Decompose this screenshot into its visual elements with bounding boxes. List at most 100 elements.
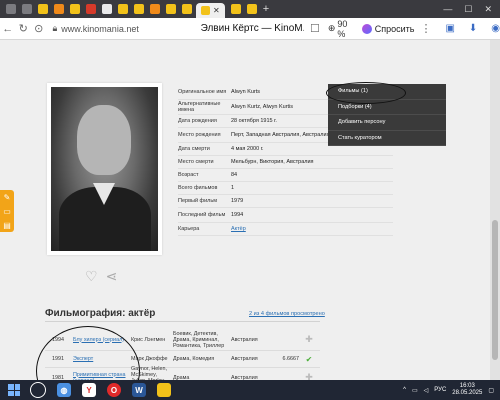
info-value: 1	[231, 184, 235, 191]
alice-icon	[361, 23, 372, 34]
annotation-circle	[326, 82, 406, 104]
close-window-icon[interactable]: ✕	[484, 4, 492, 15]
taskview-icon[interactable]: ◍	[57, 383, 71, 397]
yandex-browser-icon[interactable]: Y	[82, 383, 96, 397]
zoom-indicator[interactable]: ⊕ 90 %	[328, 19, 354, 39]
tab-favicon[interactable]	[118, 4, 128, 14]
tab-strip: ✕ + — ☐ ✕	[0, 0, 500, 18]
more-icon[interactable]: ⋮	[420, 22, 431, 35]
info-row: Первый фильм 1979	[178, 195, 393, 208]
ask-button[interactable]: Спросить	[361, 23, 415, 34]
minimize-icon[interactable]: —	[443, 4, 452, 15]
tabs-dropdown-icon[interactable]	[22, 4, 32, 14]
tab-favicon[interactable]	[150, 4, 160, 14]
kinomania-favicon	[201, 6, 210, 15]
info-value: 4 мая 2000 г.	[231, 145, 264, 152]
new-tab-icon[interactable]: +	[263, 3, 269, 15]
divider	[45, 321, 320, 322]
side-tools: ✎ ▭ ▤	[0, 190, 14, 232]
zoom-icon: ⊕	[327, 23, 336, 33]
info-label: Последний фильм	[178, 211, 226, 218]
person-photo[interactable]	[51, 87, 158, 251]
url-field[interactable]: 🔒︎ www.kinomania.net	[53, 21, 201, 37]
info-label: Дата смерти	[178, 145, 210, 152]
tab-favicon[interactable]	[54, 4, 64, 14]
tab-favicon[interactable]	[230, 4, 241, 14]
info-row: Возраст 84	[178, 169, 393, 182]
notifications-icon[interactable]: ▢	[488, 387, 494, 394]
extension-icon[interactable]: ▣	[445, 23, 454, 34]
tab-favicon[interactable]	[86, 4, 96, 14]
volume-icon[interactable]: ◁	[424, 387, 429, 394]
extensions: ▣ ⬇ ◉	[445, 23, 500, 34]
film-director: Крис Лэнгмен	[131, 336, 166, 343]
add-plus-icon[interactable]: ✚	[299, 372, 319, 380]
add-plus-icon[interactable]: ✚	[299, 334, 319, 345]
scrollbar[interactable]	[490, 40, 500, 380]
info-label: Оригинальное имя	[178, 88, 227, 95]
info-label: Первый фильм	[178, 197, 217, 204]
lock-icon: 🔒︎	[52, 23, 58, 33]
info-row: Всего фильмов 1	[178, 182, 393, 195]
film-genre: Боевик, Детектив, Драма, Криминал, Роман…	[173, 330, 225, 349]
watched-films-link[interactable]: 2 из 4 фильмов просмотрено	[249, 311, 325, 317]
tab-favicon[interactable]	[182, 4, 192, 14]
menu-item[interactable]: Стать куратором	[328, 131, 446, 146]
sites-icon[interactable]: ⊙	[31, 22, 47, 35]
close-tab-icon[interactable]: ✕	[213, 6, 220, 15]
bookmark-icon[interactable]: ☐	[310, 22, 320, 35]
folder-icon[interactable]: ▭	[3, 207, 11, 216]
info-label: Альтернативные имена	[178, 100, 221, 114]
info-label: Место смерти	[178, 158, 214, 165]
maximize-icon[interactable]: ☐	[464, 4, 472, 15]
tab-favicon[interactable]	[134, 4, 144, 14]
box-icon[interactable]: ▤	[3, 221, 11, 230]
clock[interactable]: 16:03 28.05.2025	[452, 383, 482, 397]
system-tray: ^ ▭ ◁ РУС 16:03 28.05.2025 ▢	[403, 383, 500, 397]
tab-favicon[interactable]	[166, 4, 176, 14]
page-title: Элвин Кёртс — KinoM...	[200, 23, 304, 34]
window-controls: — ☐ ✕	[443, 4, 500, 15]
folder-icon[interactable]	[157, 383, 171, 397]
active-tab[interactable]: ✕	[196, 3, 225, 18]
network-icon[interactable]: ▭	[412, 387, 418, 394]
reload-icon[interactable]: ↻	[16, 22, 32, 35]
zoom-value: 90 %	[337, 18, 348, 39]
info-value: Мельбурн, Виктория, Австралия	[231, 158, 314, 165]
tray-chevron-icon[interactable]: ^	[403, 387, 406, 393]
url-text: www.kinomania.net	[61, 23, 139, 34]
search-icon[interactable]	[30, 382, 46, 398]
word-icon[interactable]: W	[132, 383, 146, 397]
photo-actions: ♡ ⋖	[85, 268, 117, 285]
film-genre: Драма, Комедия	[173, 356, 215, 362]
tab-favicon[interactable]	[38, 4, 48, 14]
back-icon[interactable]: ←	[0, 23, 16, 35]
browser-menu-icon[interactable]	[6, 4, 16, 14]
menu-item[interactable]: Добавить персону	[328, 115, 446, 131]
scrollbar-thumb[interactable]	[492, 220, 498, 360]
share-icon[interactable]: ⋖	[106, 268, 118, 285]
tab-favicon[interactable]	[102, 4, 112, 14]
page-content: ✎ ▭ ▤ ♡ ⋖ Оригинальное имя Alwyn Kurts Аль…	[0, 40, 490, 380]
info-row: Последний фильм 1994	[178, 208, 393, 223]
film-country: Австралия	[231, 336, 258, 343]
profile-icon[interactable]: ◉	[491, 23, 500, 34]
watched-check-icon[interactable]: ✔	[299, 355, 319, 364]
tab-favicon[interactable]	[70, 4, 80, 14]
info-label: Всего фильмов	[178, 184, 218, 191]
start-button[interactable]	[8, 384, 20, 396]
info-value[interactable]: Актёр	[231, 226, 393, 233]
filmography-title: Фильмография: актёр	[45, 308, 156, 319]
pencil-icon[interactable]: ✎	[4, 193, 11, 202]
language-indicator[interactable]: РУС	[434, 387, 446, 393]
film-rating: 6.6667	[282, 356, 300, 362]
downloads-icon[interactable]: ⬇	[469, 23, 477, 34]
opera-icon[interactable]: O	[107, 383, 121, 397]
clock-date: 28.05.2025	[452, 390, 483, 396]
info-label: Дата рождения	[178, 117, 217, 124]
heart-icon[interactable]: ♡	[85, 268, 98, 285]
info-label: Возраст	[178, 171, 199, 178]
ask-label: Спросить	[374, 23, 415, 34]
info-row: Место смерти Мельбурн, Виктория, Австрали…	[178, 156, 393, 169]
tab-favicon[interactable]	[246, 4, 257, 14]
